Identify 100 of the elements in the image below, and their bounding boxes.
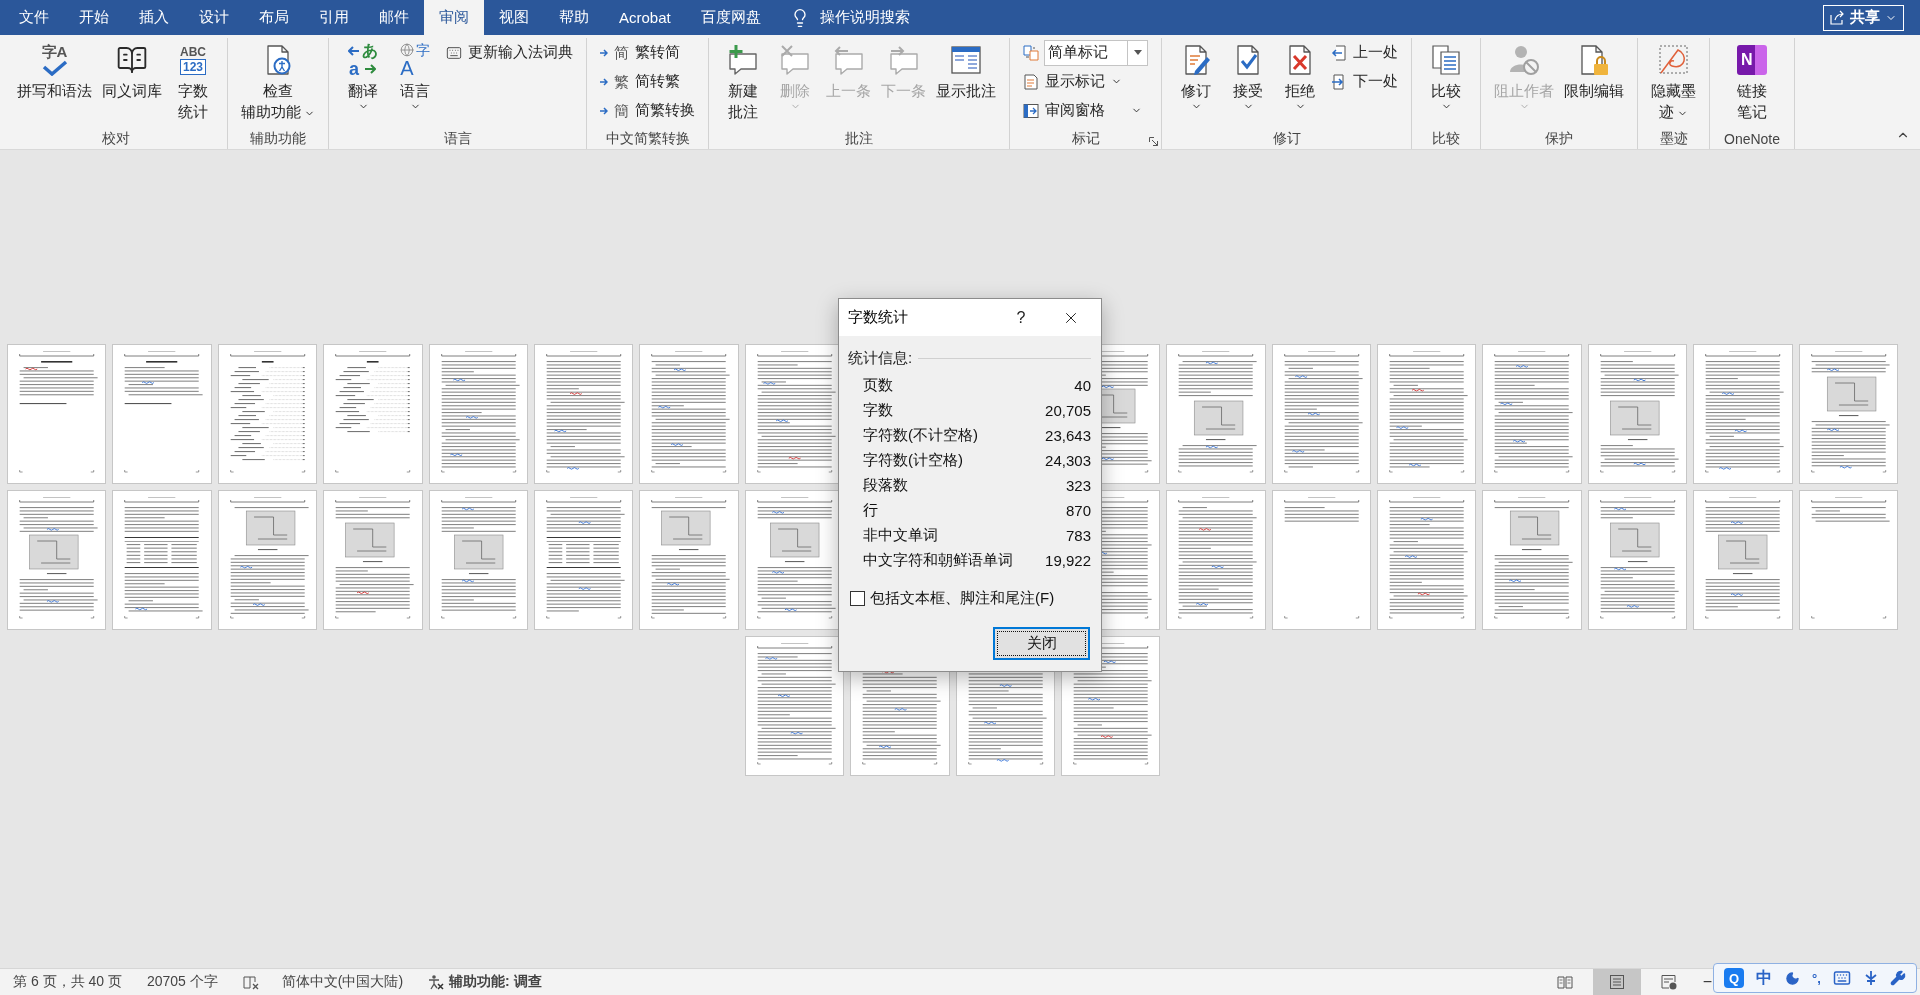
stat-label: 行 [863, 501, 878, 520]
help-button[interactable]: ? [1006, 299, 1036, 336]
ribbon-button[interactable]: 检查 辅助功能 [236, 38, 320, 122]
ribbon-tab[interactable]: 引用 [304, 0, 364, 35]
stat-value: 24,303 [1045, 452, 1091, 469]
ribbon-tab[interactable]: 文件 [4, 0, 64, 35]
search-link[interactable]: 操作说明搜索 [819, 8, 910, 27]
ribbon-tab[interactable]: 审阅 [424, 0, 484, 35]
comment-previous-icon [832, 44, 865, 76]
comment-delete-icon [779, 44, 811, 76]
read-mode-icon [1556, 974, 1573, 990]
comment-next-icon [887, 44, 920, 76]
ribbon-button[interactable]: 显示批注 [931, 38, 1001, 101]
view-button[interactable] [1592, 969, 1641, 995]
proofing-book-icon [242, 974, 259, 990]
keyboard-icon [446, 44, 462, 61]
arrow-icon [348, 45, 360, 56]
ribbon-tab[interactable]: 设计 [184, 0, 244, 35]
stat-value: 323 [1065, 477, 1091, 494]
ribbon-tab[interactable]: 布局 [244, 0, 304, 35]
close-dialog-button[interactable]: 关闭 [993, 627, 1090, 660]
check-icon [41, 60, 68, 76]
stat-value: 20,705 [1045, 402, 1091, 419]
ribbon-button[interactable]: 新建 批注 [717, 38, 769, 122]
stat-label: 中文字符和朝鲜语单词 [863, 551, 1013, 570]
ribbon-button[interactable]: 限制编辑 [1559, 38, 1629, 101]
icon-letters: 簡 [614, 103, 629, 118]
ribbon-button[interactable]: 隐藏墨 迹 [1646, 38, 1701, 122]
icon-letters: A [400, 57, 414, 78]
ribbon-tab[interactable]: 邮件 [364, 0, 424, 35]
web-layout-icon [1660, 974, 1677, 990]
ribbon-button[interactable]: 同义词库 [97, 38, 167, 101]
globe-icon [400, 42, 414, 57]
ribbon-button[interactable]: 简 繁转简 [595, 38, 700, 67]
ribbon-button[interactable]: 簡 简繁转换 [595, 96, 700, 125]
stat-value: 19,922 [1045, 552, 1091, 569]
moon-icon[interactable] [1784, 970, 1800, 986]
ribbon-button[interactable]: 繁 简转繁 [595, 67, 700, 96]
ime-logo[interactable]: Q [1724, 968, 1745, 988]
ink-stroke-icon [1657, 44, 1690, 76]
icon-letters: 字 [416, 42, 430, 57]
ribbon-tab[interactable]: 帮助 [544, 0, 604, 35]
checkbox[interactable] [850, 590, 865, 606]
ribbon-tab[interactable]: 视图 [484, 0, 544, 35]
group-label: 标记 [1071, 130, 1100, 148]
ribbon-button[interactable]: 接受 [1222, 38, 1274, 112]
group-label: 中文简繁转换 [605, 130, 690, 148]
person-blocked-icon [1508, 44, 1540, 76]
ribbon-button[interactable]: あ a 翻译 [337, 38, 389, 112]
icon-letters: ABC [180, 45, 206, 58]
group-label: 批注 [845, 130, 873, 148]
ribbon-button[interactable]: 更新输入法词典 [441, 38, 578, 67]
ribbon-button[interactable]: 上一处 [1326, 38, 1403, 67]
stat-label: 字符数(计空格) [863, 451, 963, 470]
ribbon-button[interactable]: 字 A 语言 [389, 38, 441, 112]
next-change-icon [1331, 73, 1347, 90]
stat-label: 段落数 [863, 476, 908, 495]
group-label: OneNote [1724, 131, 1781, 147]
ribbon-button[interactable]: 字A 拼写和语法 [12, 38, 97, 101]
previous-change-icon [1331, 44, 1347, 61]
ribbon-button[interactable]: 比较 [1420, 38, 1472, 112]
stat-label: 字符数(不计空格) [863, 426, 978, 445]
comments-panel-icon [950, 44, 982, 76]
status-text: 第 6 页，共 40 页 [13, 973, 122, 991]
markup-select[interactable]: 简单标记 [1044, 39, 1148, 66]
checkbox-label: 包括文本框、脚注和尾注(F) [870, 588, 1055, 608]
ribbon-tab[interactable]: 插入 [124, 0, 184, 35]
ribbon-button[interactable]: 拒绝 [1274, 38, 1326, 112]
dialog-launcher-icon[interactable] [1149, 137, 1158, 146]
print-layout-icon [1608, 974, 1625, 990]
logo-letter: Q [1729, 970, 1740, 986]
compare-markup-icon [1023, 44, 1039, 61]
arrow-icon [600, 48, 608, 57]
ribbon-tab[interactable]: 百度网盘 [685, 0, 776, 35]
input-mode[interactable]: 中 [1756, 967, 1773, 989]
group-label: 保护 [1545, 130, 1573, 148]
ribbon-button[interactable]: 审阅窗格 [1018, 96, 1153, 125]
icon-letters: 字A [41, 44, 68, 59]
punctuation-mode[interactable]: °, [1812, 970, 1821, 986]
stat-value: 40 [1074, 377, 1091, 394]
ribbon-button[interactable]: 修订 [1170, 38, 1222, 112]
group-label: 语言 [443, 130, 472, 148]
ribbon-button[interactable]: 显示标记 [1018, 67, 1153, 96]
share-button[interactable]: 共享 [1823, 4, 1904, 31]
zoom-out-button[interactable]: − [1700, 973, 1714, 991]
fork-icon[interactable] [1863, 970, 1878, 986]
group-label: 辅助功能 [250, 130, 306, 148]
accessibility-check-icon [428, 974, 445, 990]
wrench-icon[interactable] [1889, 970, 1906, 986]
keyboard-icon[interactable] [1833, 969, 1852, 987]
ribbon-tab[interactable]: 开始 [64, 0, 124, 35]
ribbon-button[interactable]: N 链接 笔记 [1726, 38, 1778, 122]
icon-letters: 简 [614, 45, 629, 60]
icon-letters: 繁 [614, 74, 629, 89]
stat-label: 非中文单词 [863, 526, 938, 545]
ribbon-button[interactable]: ABC 123 字数 统计 [167, 38, 219, 122]
accessibility-status[interactable]: 辅助功能: 调查 [428, 973, 542, 991]
document-lock-icon [1578, 44, 1610, 76]
ribbon-button[interactable]: 下一处 [1326, 67, 1403, 96]
ribbon-tab[interactable]: Acrobat [604, 0, 686, 35]
